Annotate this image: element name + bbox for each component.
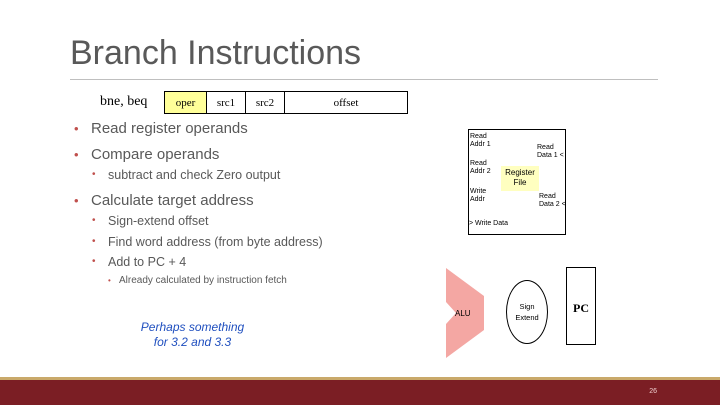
note-text: Perhaps something for 3.2 and 3.3 [120,320,265,350]
slide-title: Branch Instructions [70,34,362,72]
write-addr-label: Write Addr [470,188,487,203]
read-data-1-label: Read Data 1 < [537,144,564,159]
title-divider [70,79,658,80]
sign-extend-label: Sign Extend [515,302,539,322]
format-field-src1: src1 [207,92,246,113]
format-field-offset: offset [333,96,359,109]
footer-bar: 26 [0,380,720,405]
read-addr-2-label: Read Addr 2 [470,160,491,175]
alu-label: ALU [455,309,471,318]
instruction-format-label: bne, beq [100,94,148,109]
format-field-src2: src2 [246,92,285,113]
write-data-label: > Write Data [469,220,508,227]
instruction-format-table: oper src1 src2 offset [164,91,408,114]
register-file-label: Register File [501,166,539,191]
format-field-oper: oper [165,92,207,113]
sign-extend-block: Sign Extend [506,280,548,344]
note-line-1: Perhaps something [140,320,245,334]
pc-label: PC [573,301,589,315]
read-addr-1-label: Read Addr 1 [470,133,491,148]
page-number: 26 [649,388,657,395]
pc-register: PC [566,267,596,345]
note-line-2: for 3.2 and 3.3 [153,335,232,349]
read-data-2-label: Read Data 2 < [539,193,566,208]
register-file-block: Read Addr 1 Read Addr 2 Write Addr > Wri… [468,129,566,235]
